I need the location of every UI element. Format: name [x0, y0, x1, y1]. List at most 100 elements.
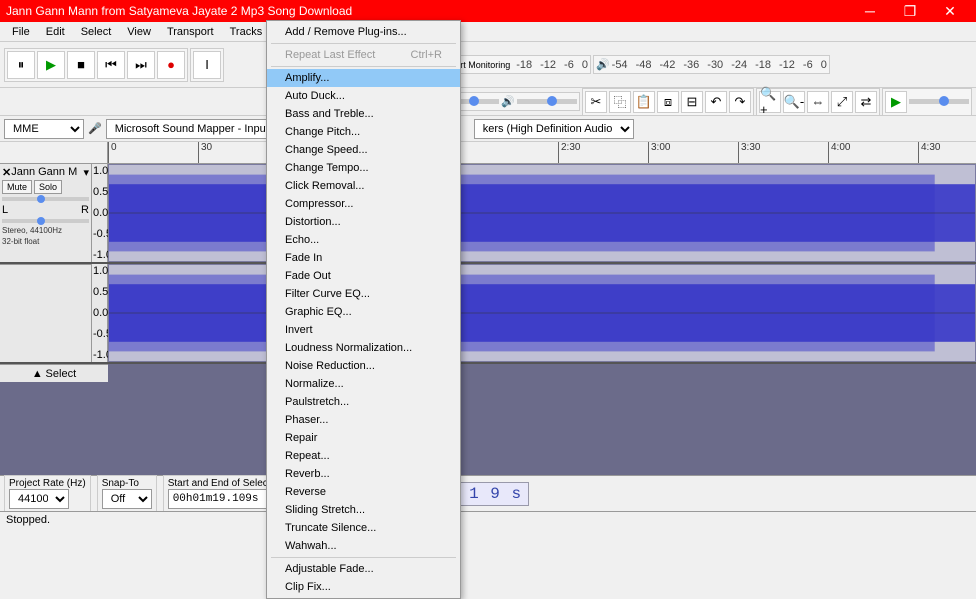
window-controls: ─ ❐ ✕ [850, 0, 970, 22]
effect-echo-[interactable]: Echo... [267, 231, 460, 249]
effect-fade-in[interactable]: Fade In [267, 249, 460, 267]
effect-change-pitch-[interactable]: Change Pitch... [267, 123, 460, 141]
cut-button[interactable]: ✂ [585, 91, 607, 113]
project-rate-select[interactable]: 44100 [9, 489, 69, 509]
effect-truncate-silence-[interactable]: Truncate Silence... [267, 519, 460, 537]
statusbar: Stopped. [0, 511, 976, 529]
selection-toolbar: Project Rate (Hz) 44100 Snap-To Off Star… [0, 475, 976, 511]
effect-loudness-normalization-[interactable]: Loudness Normalization... [267, 339, 460, 357]
effect-auto-duck-[interactable]: Auto Duck... [267, 87, 460, 105]
track-close-button[interactable]: ✕ [2, 166, 11, 179]
zoom-out-button[interactable]: 🔍- [783, 91, 805, 113]
edit-toolbar: ✂ ⿻ 📋 ⧈ ⊟ ↶ ↷ [582, 88, 754, 116]
device-toolbar: MME 🎤 Microsoft Sound Mapper - Input ker… [0, 116, 976, 142]
play-at-speed-button[interactable]: ▶ [885, 91, 907, 113]
effect-change-speed-[interactable]: Change Speed... [267, 141, 460, 159]
effect-fade-out[interactable]: Fade Out [267, 267, 460, 285]
effect-noise-reduction-[interactable]: Noise Reduction... [267, 357, 460, 375]
track-control-panel: ✕ Jann Gann M ▾ Mute Solo L R Stereo, 44… [0, 164, 92, 262]
close-button[interactable]: ✕ [930, 0, 970, 22]
minimize-button[interactable]: ─ [850, 0, 890, 22]
output-device-select[interactable]: kers (High Definition Audio [474, 119, 634, 139]
track-name[interactable]: Jann Gann M [11, 166, 77, 178]
menu-item[interactable]: Add / Remove Plug-ins... [267, 23, 460, 41]
effect-distortion-[interactable]: Distortion... [267, 213, 460, 231]
track-bit-info: 32-bit float [2, 237, 89, 246]
maximize-button[interactable]: ❐ [890, 0, 930, 22]
stop-button[interactable]: ■ [67, 51, 95, 79]
waveform-right[interactable] [108, 264, 976, 362]
skip-end-button[interactable]: ⏭ [127, 51, 155, 79]
play-button[interactable]: ▶ [37, 51, 65, 79]
silence-button[interactable]: ⊟ [681, 91, 703, 113]
tools-toolbar: I [190, 48, 224, 82]
effect-graphic-eq-[interactable]: Graphic EQ... [267, 303, 460, 321]
project-rate-group: Project Rate (Hz) 44100 [4, 475, 91, 512]
pan-slider[interactable] [2, 219, 89, 223]
ruler-scale[interactable]: 0302:303:003:304:004:305:00 [108, 142, 976, 163]
record-button[interactable]: ● [157, 51, 185, 79]
skip-start-button[interactable]: ⏮ [97, 51, 125, 79]
selection-tool[interactable]: I [193, 51, 221, 79]
effect-adjustable-fade-[interactable]: Adjustable Fade... [267, 560, 460, 578]
effect-bass-and-treble-[interactable]: Bass and Treble... [267, 105, 460, 123]
toolbar-row-2: 🎤 🔊 ✂ ⿻ 📋 ⧈ ⊟ ↶ ↷ 🔍+ 🔍- ⇔ ⤢ ⇄ ▶ [0, 88, 976, 116]
waveform-left[interactable] [108, 164, 976, 262]
menu-transport[interactable]: Transport [159, 24, 222, 40]
track-1-left: ✕ Jann Gann M ▾ Mute Solo L R Stereo, 44… [0, 164, 976, 264]
menu-file[interactable]: File [4, 24, 38, 40]
effect-wahwah-[interactable]: Wahwah... [267, 537, 460, 555]
mute-button[interactable]: Mute [2, 180, 32, 194]
effect-reverb-[interactable]: Reverb... [267, 465, 460, 483]
redo-button[interactable]: ↷ [729, 91, 751, 113]
effect-normalize-[interactable]: Normalize... [267, 375, 460, 393]
play-volume-slider[interactable] [517, 99, 577, 104]
effect-invert[interactable]: Invert [267, 321, 460, 339]
trim-button[interactable]: ⧈ [657, 91, 679, 113]
snap-to-select[interactable]: Off [102, 489, 152, 509]
vertical-scale: 1.00.50.0-0.5-1.0 [92, 164, 108, 262]
menu-view[interactable]: View [119, 24, 159, 40]
effect-paulstretch-[interactable]: Paulstretch... [267, 393, 460, 411]
effect-sliding-stretch-[interactable]: Sliding Stretch... [267, 501, 460, 519]
timeline-spacer [0, 142, 108, 163]
audio-host-select[interactable]: MME [4, 119, 84, 139]
effect-compressor-[interactable]: Compressor... [267, 195, 460, 213]
paste-button[interactable]: 📋 [633, 91, 655, 113]
undo-button[interactable]: ↶ [705, 91, 727, 113]
speaker-icon: 🔊 [596, 58, 610, 71]
selection-start-input[interactable] [168, 489, 278, 509]
transport-toolbar: ⏸ ▶ ■ ⏮ ⏭ ● [4, 48, 188, 82]
select-label[interactable]: Select [46, 368, 77, 380]
fit-project-button[interactable]: ⤢ [831, 91, 853, 113]
project-rate-label: Project Rate (Hz) [9, 478, 86, 489]
effect-filter-curve-eq-[interactable]: Filter Curve EQ... [267, 285, 460, 303]
gain-slider[interactable] [2, 197, 89, 201]
playback-speed-slider[interactable] [909, 99, 969, 104]
menu-edit[interactable]: Edit [38, 24, 73, 40]
play-meter: 🔊 -54-48-42-36-30-24-18-12-60 [593, 55, 830, 74]
effect-change-tempo-[interactable]: Change Tempo... [267, 159, 460, 177]
effect-reverse[interactable]: Reverse [267, 483, 460, 501]
menu-select[interactable]: Select [73, 24, 120, 40]
effect-repeat-[interactable]: Repeat... [267, 447, 460, 465]
fit-selection-button[interactable]: ⇔ [807, 91, 829, 113]
copy-button[interactable]: ⿻ [609, 91, 631, 113]
timeline-ruler[interactable]: 0302:303:003:304:004:305:00 [0, 142, 976, 164]
status-text: Stopped. [6, 514, 50, 526]
collapse-button[interactable]: ▲ [32, 368, 43, 380]
menu-tracks[interactable]: Tracks [222, 24, 271, 40]
effect-click-removal-[interactable]: Click Removal... [267, 177, 460, 195]
effect-repair[interactable]: Repair [267, 429, 460, 447]
pause-button[interactable]: ⏸ [7, 51, 35, 79]
zoom-in-button[interactable]: 🔍+ [759, 91, 781, 113]
play-at-speed-toolbar: ▶ [882, 88, 972, 116]
db-scale-play: -54-48-42-36-30-24-18-12-60 [612, 59, 827, 71]
effect-phaser-[interactable]: Phaser... [267, 411, 460, 429]
solo-button[interactable]: Solo [34, 180, 62, 194]
effect-clip-fix-[interactable]: Clip Fix... [267, 578, 460, 596]
effect-amplify-[interactable]: Amplify... [267, 69, 460, 87]
zoom-toggle-button[interactable]: ⇄ [855, 91, 877, 113]
track-menu-dropdown[interactable]: ▾ [83, 166, 89, 179]
effect-dropdown-menu: Add / Remove Plug-ins...Repeat Last Effe… [266, 20, 461, 599]
